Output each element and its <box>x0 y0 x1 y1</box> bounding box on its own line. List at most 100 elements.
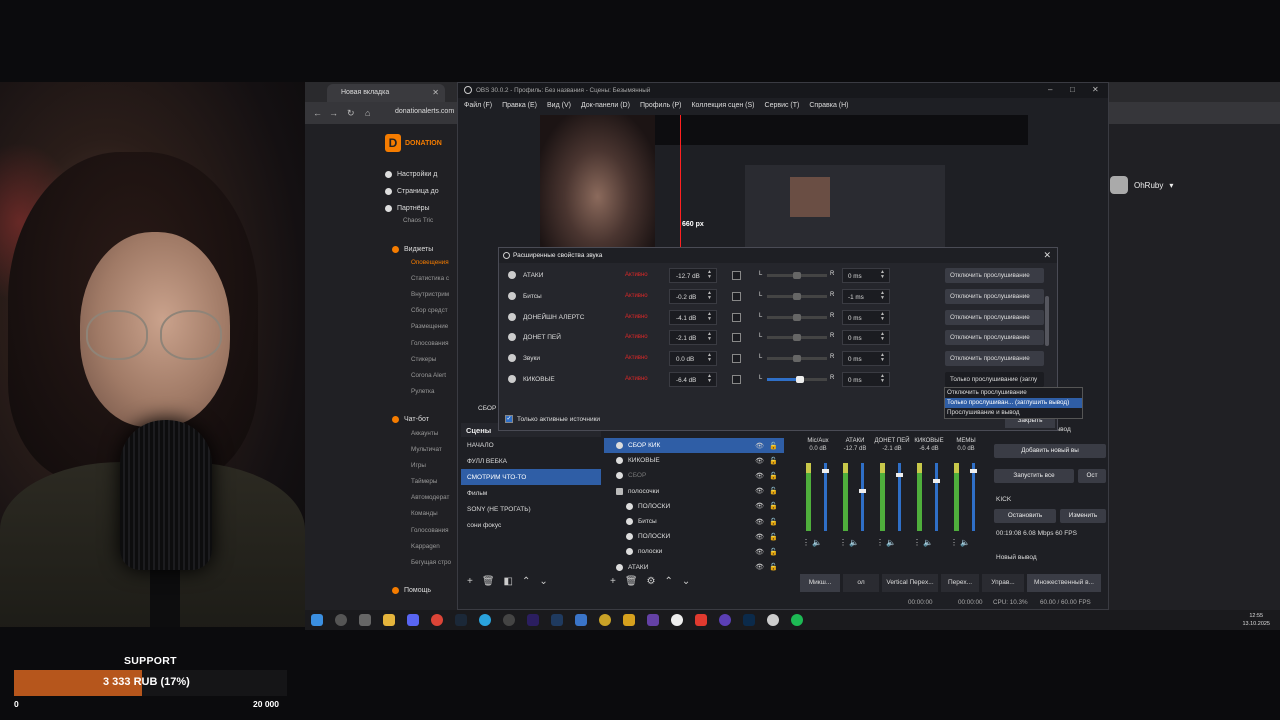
balance-slider[interactable] <box>767 334 827 342</box>
balance-knob[interactable] <box>793 292 801 300</box>
volume-fader[interactable] <box>935 463 938 531</box>
search-icon[interactable] <box>335 614 347 626</box>
speaker-icon[interactable]: 🔈 <box>849 538 859 547</box>
spin-arrows-icon[interactable]: ▲ ▼ <box>880 290 885 301</box>
obs-icon[interactable] <box>503 614 515 626</box>
balance-knob[interactable] <box>793 334 801 342</box>
lock-icon[interactable]: 🔓 <box>769 442 778 450</box>
lock-icon[interactable]: 🔓 <box>769 457 778 465</box>
speaker-icon[interactable]: 🔈 <box>886 538 896 547</box>
sidebar-head-widgets[interactable]: Виджеты <box>385 239 465 259</box>
add-output-button[interactable]: Добавить новый вы <box>994 444 1106 458</box>
menu-item[interactable]: Справка (H) <box>809 102 848 109</box>
monitoring-select[interactable]: Отключить прослушивание <box>945 330 1044 346</box>
da-logo[interactable]: D DONATION <box>385 134 465 152</box>
spin-arrows-icon[interactable]: ▲ ▼ <box>707 270 712 280</box>
balance-slider[interactable] <box>767 272 827 279</box>
menu-item[interactable]: Коллекция сцен (S) <box>691 102 754 109</box>
yandex-icon[interactable] <box>671 614 683 626</box>
speaker-icon[interactable]: 🔈 <box>923 538 933 547</box>
sidebar-subitem[interactable]: Стикеры <box>385 356 465 372</box>
volume-field[interactable]: -12.7 dB ▲ ▼ <box>669 268 717 283</box>
move-down-icon[interactable]: ⌄ <box>682 576 690 587</box>
sidebar-subitem[interactable]: Мультичат <box>385 446 465 462</box>
fader-knob[interactable] <box>896 472 903 477</box>
sidebar-subitem[interactable]: Игры <box>385 462 465 478</box>
scene-filter-icon[interactable]: ◧ <box>504 576 513 587</box>
scene-item[interactable]: сони фокус <box>461 517 601 533</box>
photoshop-icon[interactable] <box>743 614 755 626</box>
eye-icon[interactable]: 👁 <box>755 502 764 510</box>
sidebar-subitem[interactable]: Kappagen <box>385 543 465 559</box>
scene-item[interactable]: СМОТРИМ ЧТО-ТО <box>461 469 601 485</box>
source-row[interactable]: полоски 👁 🔓 <box>604 544 784 559</box>
sidebar-item-settings[interactable]: Настройки д <box>385 166 465 183</box>
balance-slider[interactable] <box>767 292 827 300</box>
dock-tab[interactable]: Микш... <box>800 574 840 592</box>
eye-icon[interactable]: 👁 <box>755 518 764 526</box>
lock-icon[interactable]: 🔓 <box>769 518 778 526</box>
sidebar-subitem[interactable]: Рулетка <box>385 388 465 404</box>
source-row[interactable]: ПОЛОСКИ 👁 🔓 <box>604 529 784 544</box>
spin-arrows-icon[interactable]: ▲ ▼ <box>707 353 712 363</box>
scene-item[interactable]: SONY (НЕ ТРОГАТЬ) <box>461 501 601 517</box>
sidebar-subitem[interactable]: Таймеры <box>385 478 465 494</box>
monitoring-select[interactable]: Отключить прослушивание <box>945 288 1044 304</box>
monitoring-select[interactable]: Отключить прослушивание <box>945 268 1044 283</box>
add-scene-icon[interactable]: + <box>467 576 473 587</box>
spin-arrows-icon[interactable]: ▲ ▼ <box>880 374 885 384</box>
lightroom-icon[interactable] <box>551 614 563 626</box>
spin-arrows-icon[interactable]: ▲ ▼ <box>707 332 712 342</box>
speaker-icon[interactable]: 🔈 <box>960 538 970 547</box>
more-icon[interactable]: ⋮ <box>950 538 960 547</box>
menu-item[interactable]: Профиль (P) <box>640 102 682 109</box>
menu-item[interactable]: Правка (E) <box>502 102 537 109</box>
source-row[interactable]: АТАКИ 👁 🔓 <box>604 560 784 575</box>
sidebar-subitem[interactable]: Сбор средст <box>385 307 465 323</box>
close-icon[interactable]: ✕ <box>1092 85 1099 94</box>
source-row[interactable]: СБОР КИК 👁 🔓 <box>604 438 784 454</box>
app-icon[interactable] <box>767 614 779 626</box>
mono-checkbox[interactable] <box>732 333 741 343</box>
mono-checkbox[interactable] <box>732 271 741 280</box>
more-icon[interactable]: ⋮ <box>913 538 923 547</box>
sidebar-subitem[interactable]: Бегущая стро <box>385 559 465 575</box>
stop-all-button[interactable]: Ост <box>1078 469 1106 483</box>
volume-field[interactable]: -2.1 dB ▲ ▼ <box>669 330 717 346</box>
source-row[interactable]: Битсы 👁 🔓 <box>604 514 784 529</box>
address-bar[interactable]: donationalerts.com <box>395 108 454 115</box>
source-row[interactable]: СБОР 👁 🔓 <box>604 468 784 483</box>
fader-knob[interactable] <box>822 469 829 474</box>
source-row[interactable]: ПОЛОСКИ 👁 🔓 <box>604 499 784 514</box>
spin-arrows-icon[interactable]: ▲ ▼ <box>880 353 885 363</box>
volume-field[interactable]: -0.2 dB ▲ ▼ <box>669 288 717 304</box>
spin-arrows-icon[interactable]: ▲ ▼ <box>880 311 885 322</box>
eye-icon[interactable]: 👁 <box>755 457 764 465</box>
sidebar-item-chaos[interactable]: Chaos Tric <box>385 217 465 233</box>
sidebar-item-page[interactable]: Страница до <box>385 183 465 200</box>
source-row[interactable]: КИКОВЫЕ 👁 🔓 <box>604 453 784 468</box>
fader-knob[interactable] <box>933 479 940 483</box>
stop-output-button[interactable]: Остановить <box>994 509 1056 523</box>
sidebar-subitem[interactable]: Команды <box>385 510 465 526</box>
monitoring-select[interactable]: Только прослушивание (заглу <box>945 372 1044 387</box>
remove-scene-icon[interactable]: 🗑 <box>482 576 495 587</box>
sidebar-subitem[interactable]: Автомодерат <box>385 494 465 510</box>
app-icon[interactable] <box>623 614 635 626</box>
spin-arrows-icon[interactable]: ▲ ▼ <box>707 374 712 384</box>
spin-arrows-icon[interactable]: ▲ ▼ <box>880 332 885 342</box>
start-icon[interactable] <box>311 614 323 626</box>
start-all-button[interactable]: Запустить все <box>994 469 1074 483</box>
move-up-icon[interactable]: ⌃ <box>665 576 673 587</box>
edit-output-button[interactable]: Изменить <box>1060 509 1106 523</box>
eye-icon[interactable]: 👁 <box>755 487 764 495</box>
sidebar-subitem[interactable]: Статистика с <box>385 275 465 291</box>
sidebar-subitem[interactable]: Оповещения <box>385 259 465 275</box>
volume-field[interactable]: -6.4 dB ▲ ▼ <box>669 372 717 387</box>
scene-item[interactable]: Фильм <box>461 485 601 501</box>
obs-preview[interactable]: 660 px <box>540 115 1028 251</box>
dock-tab[interactable]: ол <box>843 574 879 592</box>
sidebar-subitem[interactable]: Размещение <box>385 323 465 339</box>
dock-tab[interactable]: Множественный в... <box>1027 574 1101 592</box>
sync-offset-field[interactable]: -1 ms ▲ ▼ <box>842 288 890 304</box>
